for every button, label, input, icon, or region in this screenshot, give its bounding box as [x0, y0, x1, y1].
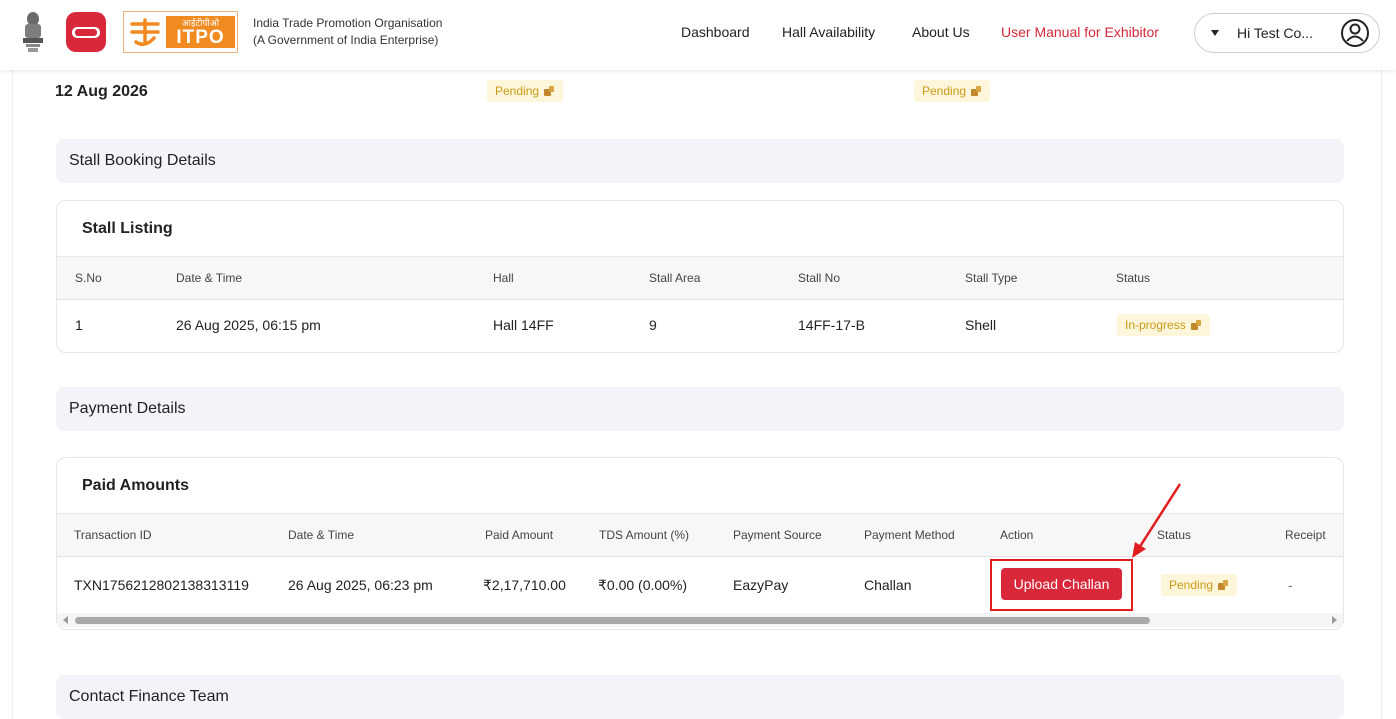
status-badge-label: Pending — [922, 84, 967, 98]
scroll-left-icon[interactable] — [63, 616, 68, 624]
column-header: Stall No — [798, 271, 841, 285]
column-header: Stall Area — [649, 271, 701, 285]
cell-hall: Hall 14FF — [493, 317, 554, 333]
top-navbar: आईटीपीओ ITPO India Trade Promotion Organ… — [0, 0, 1396, 70]
stall-listing-title: Stall Listing — [82, 220, 173, 237]
column-header: Status — [1116, 271, 1151, 285]
cell-stall-no: 14FF-17-B — [798, 317, 865, 333]
cell-receipt: - — [1288, 577, 1293, 593]
column-header: Transaction ID — [74, 528, 152, 542]
column-header: Paid Amount — [485, 528, 554, 542]
column-header: Receipt — [1285, 528, 1326, 542]
column-header: Payment Source — [733, 528, 822, 542]
column-header: Date & Time — [288, 528, 355, 542]
nav-about-us[interactable]: About Us — [912, 24, 970, 40]
cell-payment-source: EazyPay — [733, 577, 789, 593]
status-badge: In-progress — [1117, 314, 1210, 336]
org-name: India Trade Promotion Organisation (A Go… — [253, 15, 442, 49]
cell-tds-amount: ₹0.00 (0.00%) — [598, 577, 688, 593]
org-name-line2: (A Government of India Enterprise) — [253, 33, 439, 47]
status-badge: Pending — [1161, 574, 1238, 596]
cell-datetime: 26 Aug 2025, 06:15 pm — [176, 317, 321, 333]
status-badge: Pending — [487, 80, 564, 102]
column-header: Payment Method — [864, 528, 955, 542]
payment-details-heading: Payment Details — [56, 387, 1344, 431]
annotation-highlight-box — [990, 559, 1133, 611]
column-header: Hall — [493, 271, 514, 285]
column-header: S.No — [75, 271, 102, 285]
cell-paid-amount: ₹2,17,710.00 — [483, 577, 566, 593]
nav-hall-availability[interactable]: Hall Availability — [782, 24, 875, 40]
cell-stall-area: 9 — [649, 317, 657, 333]
status-badge-label: Pending — [1169, 578, 1214, 592]
column-header: TDS Amount (%) — [599, 528, 690, 542]
nav-user-manual[interactable]: User Manual for Exhibitor — [1001, 24, 1159, 40]
itpo-text: ITPO — [176, 27, 225, 48]
brand-logo-icon[interactable] — [66, 12, 106, 52]
money-bag-icon — [544, 86, 555, 96]
contact-finance-heading: Contact Finance Team — [56, 675, 1344, 719]
user-name: Hi Test Co... — [1237, 25, 1313, 41]
summary-date: 12 Aug 2026 — [55, 83, 148, 100]
itpo-logo[interactable]: आईटीपीओ ITPO — [123, 11, 238, 53]
org-name-line1: India Trade Promotion Organisation — [253, 16, 443, 30]
stall-table-header: S.No Date & Time Hall Stall Area Stall N… — [57, 256, 1343, 300]
caret-down-icon — [1211, 30, 1219, 36]
stall-booking-heading: Stall Booking Details — [56, 139, 1344, 183]
money-bag-icon — [1218, 580, 1229, 590]
scrollbar-thumb[interactable] — [75, 617, 1150, 624]
itpo-wordmark: आईटीपीओ ITPO — [166, 16, 235, 48]
nav-dashboard[interactable]: Dashboard — [681, 24, 750, 40]
user-circle-icon — [1341, 19, 1369, 47]
itpo-logo-icon — [130, 18, 160, 46]
status-badge: Pending — [914, 80, 991, 102]
cell-transaction-id: TXN1756212802138313119 — [74, 577, 249, 593]
column-header: Action — [1000, 528, 1034, 542]
cell-stall-type: Shell — [965, 317, 997, 333]
money-bag-icon — [1190, 320, 1201, 330]
column-header: Stall Type — [965, 271, 1018, 285]
cell-sno: 1 — [75, 317, 83, 333]
column-header: Date & Time — [176, 271, 243, 285]
national-emblem-icon — [23, 12, 43, 52]
user-menu-button[interactable]: Hi Test Co... — [1194, 13, 1380, 53]
stall-listing-card: Stall Listing S.No Date & Time Hall Stal… — [56, 200, 1344, 353]
money-bag-icon — [971, 86, 982, 96]
paid-amounts-title: Paid Amounts — [82, 477, 189, 494]
status-badge-label: In-progress — [1125, 318, 1186, 332]
red-arrow-annotation — [1132, 483, 1182, 558]
horizontal-scrollbar[interactable] — [57, 613, 1343, 627]
scroll-right-icon[interactable] — [1332, 616, 1337, 624]
cell-datetime: 26 Aug 2025, 06:23 pm — [288, 577, 433, 593]
cell-payment-method: Challan — [864, 577, 912, 593]
status-badge-label: Pending — [495, 84, 540, 98]
